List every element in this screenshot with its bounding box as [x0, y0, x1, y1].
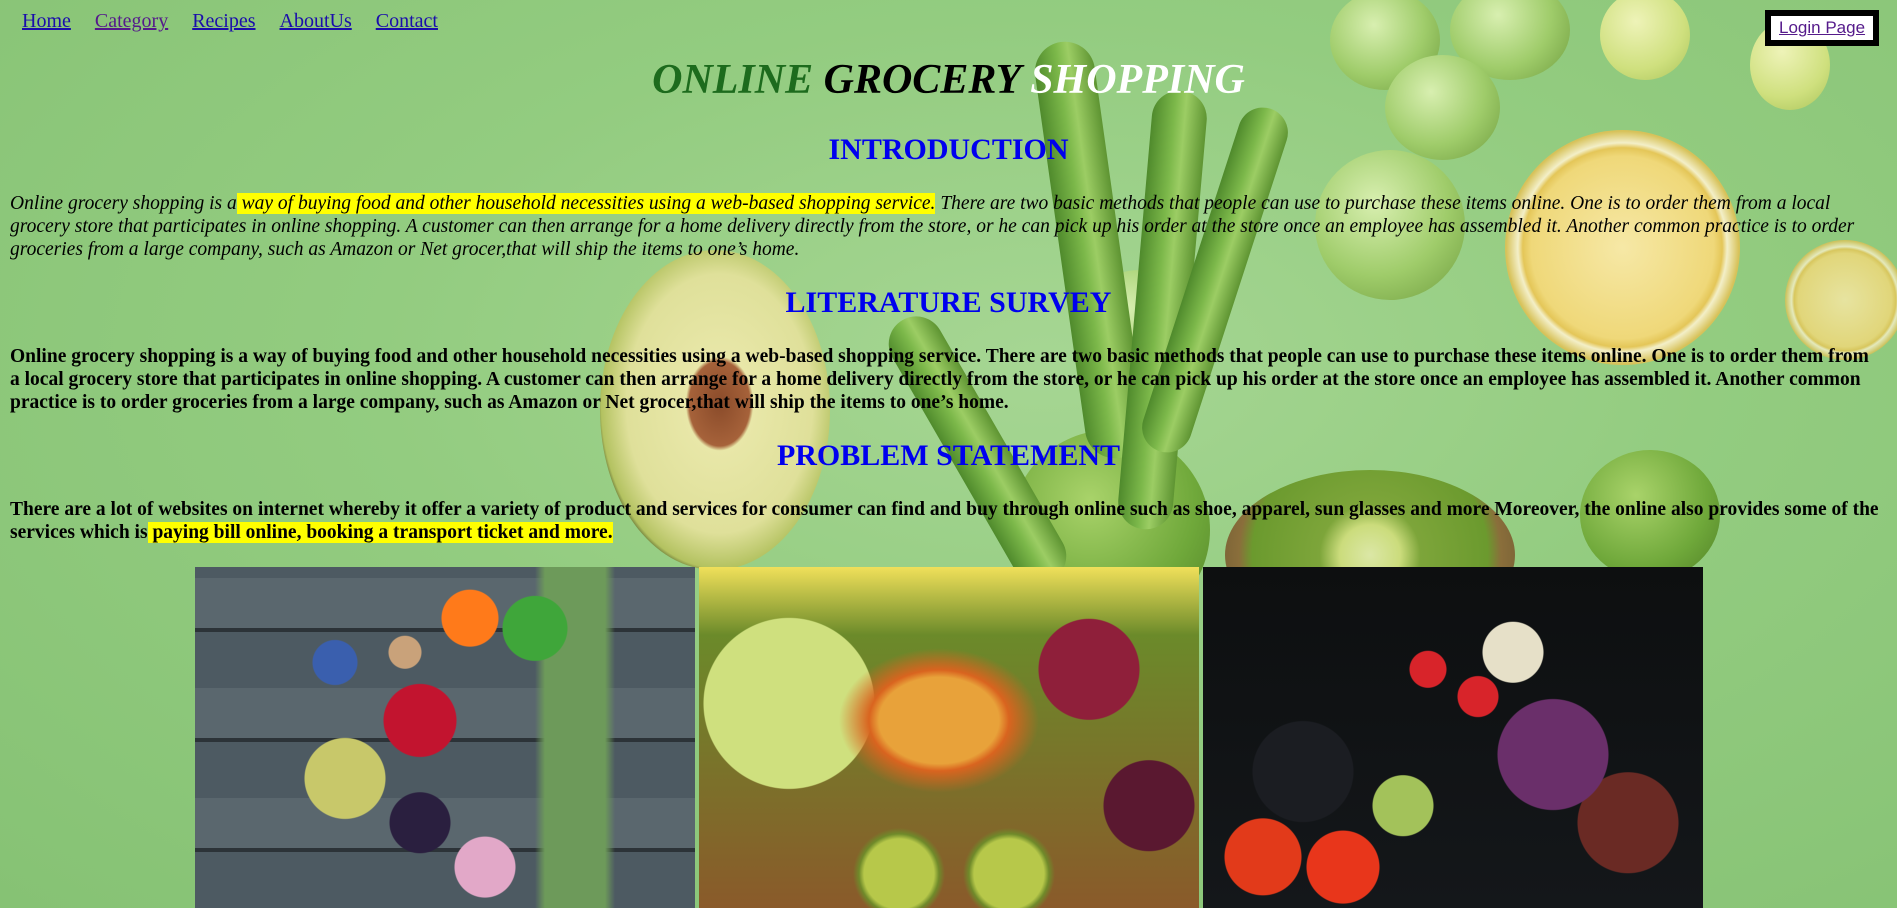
- page-title: ONLINE GROCERY SHOPPING: [0, 56, 1897, 104]
- login-page-button[interactable]: Login Page: [1765, 10, 1880, 46]
- title-shopping: SHOPPING: [1030, 57, 1245, 103]
- nav-aboutus-link[interactable]: AboutUs: [280, 10, 352, 33]
- problem-statement-heading: PROBLEM STATEMENT: [776, 439, 1121, 472]
- fruits-photo: [699, 567, 1199, 908]
- photo-gallery: [195, 567, 1703, 908]
- introduction-paragraph: Online grocery shopping is a way of buyi…: [10, 192, 1880, 261]
- introduction-text: Online grocery shopping is a: [10, 193, 237, 214]
- root-vegetables-photo: [1203, 567, 1703, 908]
- main-navigation: Home Category Recipes AboutUs Contact: [22, 10, 438, 33]
- nav-home-link[interactable]: Home: [22, 10, 71, 33]
- nav-contact-link[interactable]: Contact: [376, 10, 438, 33]
- introduction-highlight: way of buying food and other household n…: [236, 193, 936, 214]
- title-grocery: GROCERY: [823, 57, 1020, 103]
- literature-survey-heading: LITERATURE SURVEY: [785, 286, 1112, 319]
- problem-statement-highlight: paying bill online, booking a transport …: [147, 522, 613, 543]
- introduction-heading: INTRODUCTION: [828, 133, 1069, 166]
- vegetables-photo: [195, 567, 695, 908]
- nav-category-link[interactable]: Category: [95, 10, 168, 33]
- nav-recipes-link[interactable]: Recipes: [192, 10, 255, 33]
- problem-statement-paragraph: There are a lot of websites on internet …: [10, 498, 1880, 544]
- literature-survey-paragraph: Online grocery shopping is a way of buyi…: [10, 346, 1869, 413]
- title-online: ONLINE: [652, 57, 814, 103]
